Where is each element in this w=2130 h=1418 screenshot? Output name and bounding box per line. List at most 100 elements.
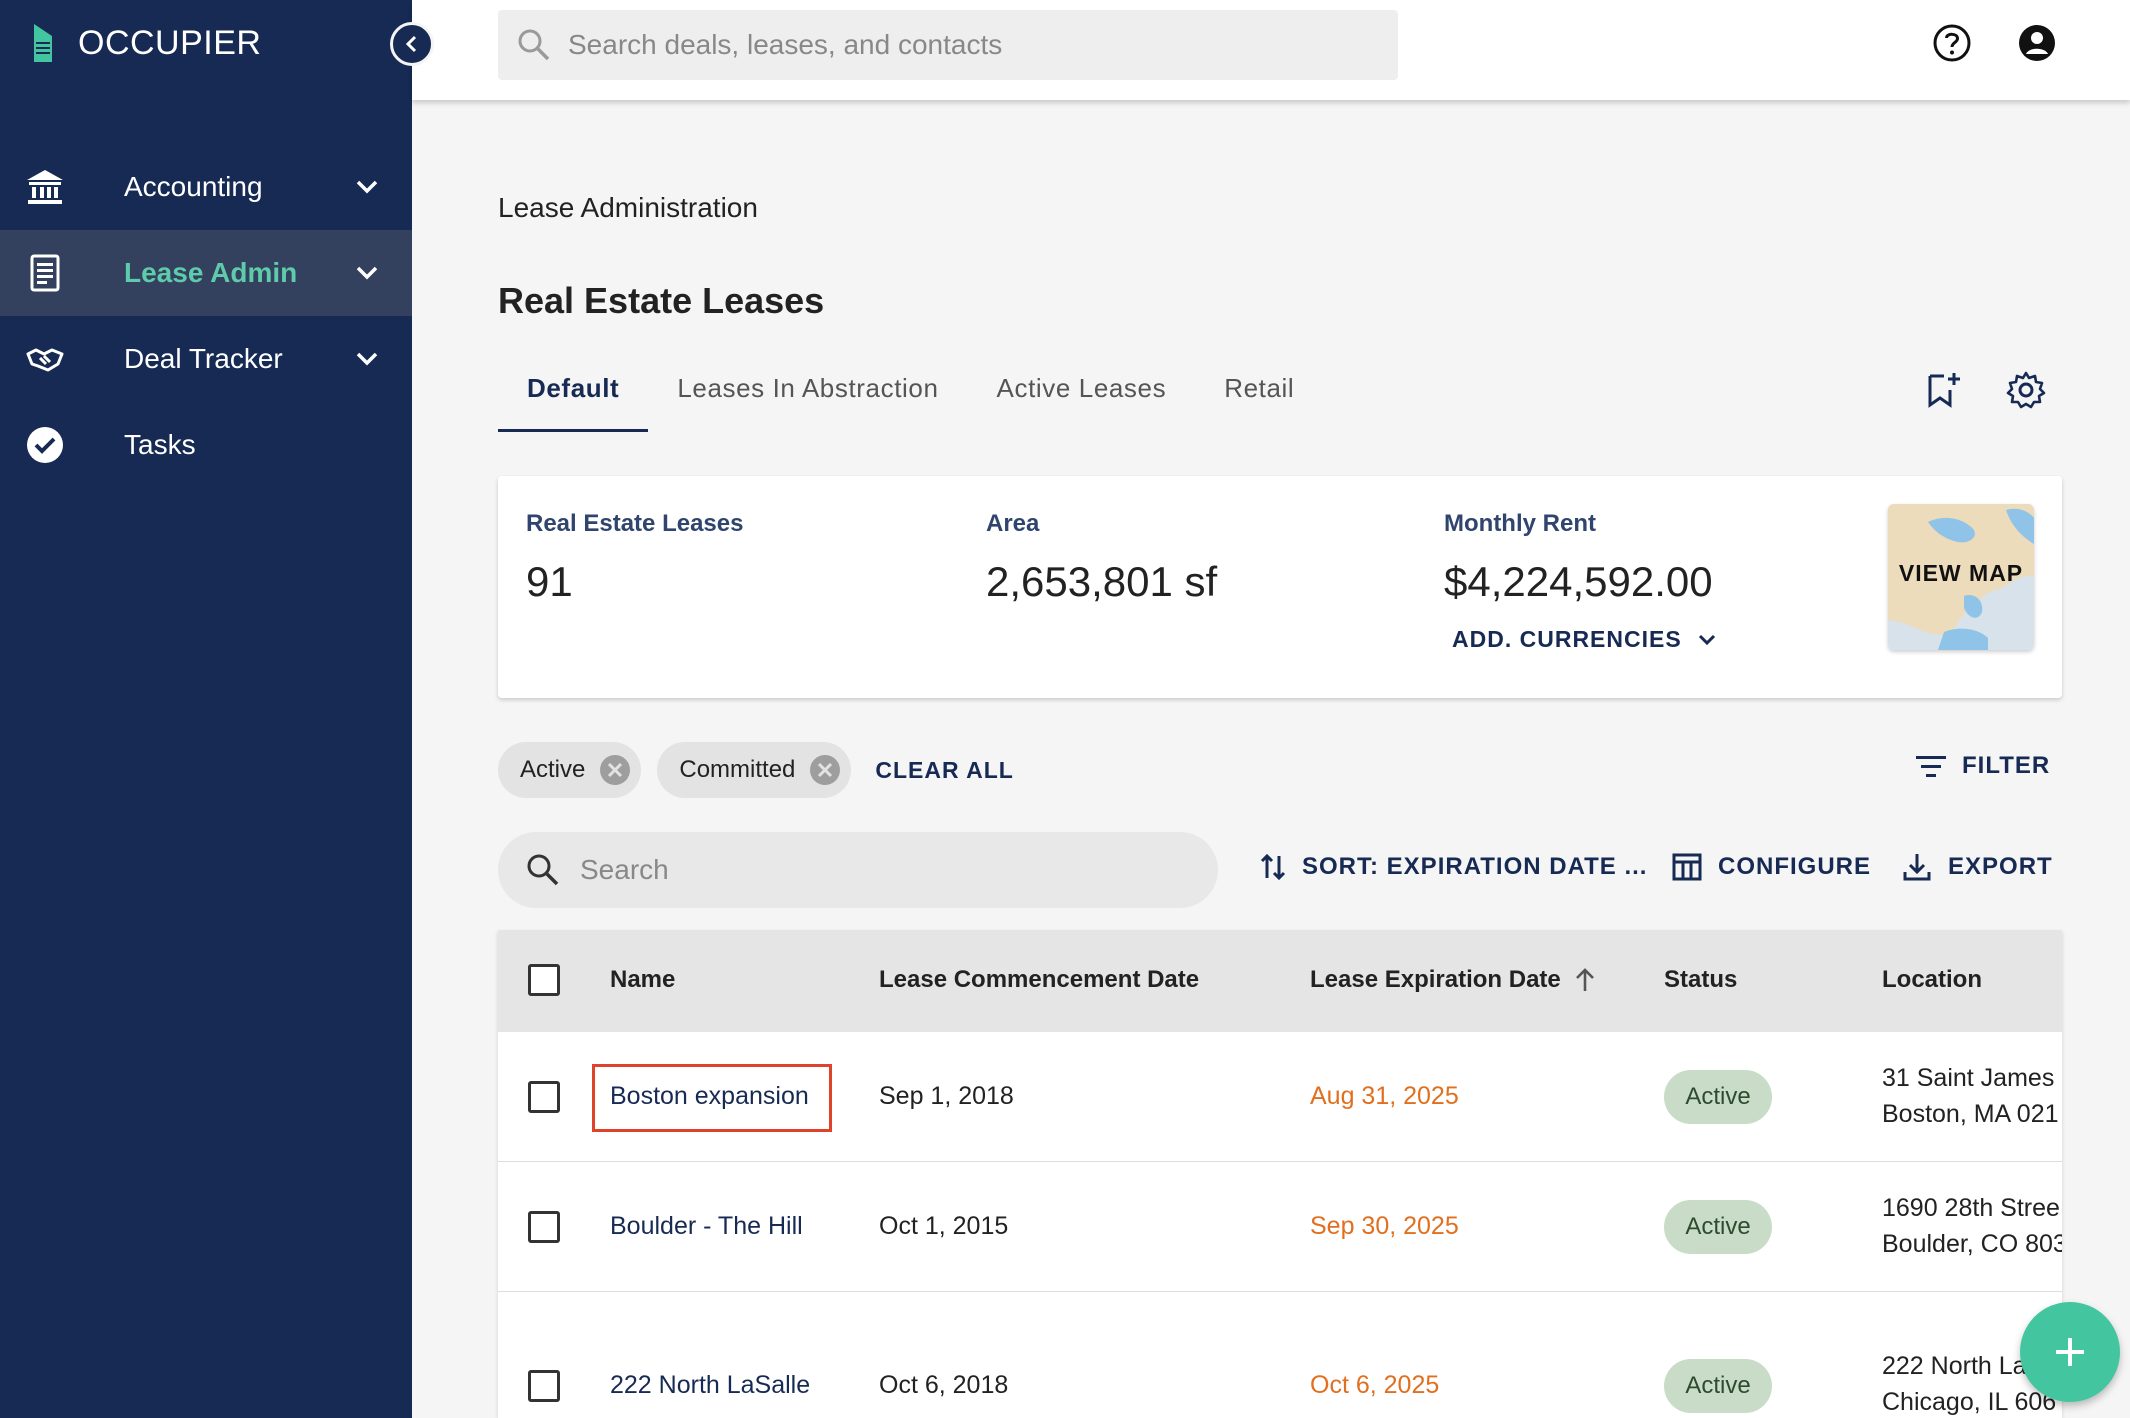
stat-label: Area <box>986 510 1040 537</box>
export-label: EXPORT <box>1948 853 2053 880</box>
row-checkbox[interactable] <box>528 1370 560 1402</box>
sort-ascending-icon <box>1575 968 1594 991</box>
tab-leases-in-abstraction[interactable]: Leases In Abstraction <box>648 360 967 432</box>
table-configure-icon <box>1672 853 1702 881</box>
tab-active-leases[interactable]: Active Leases <box>968 360 1196 432</box>
sidebar: OCCUPIER Accounting Lease Admin Deal Tra… <box>0 0 412 1418</box>
sidebar-item-tasks[interactable]: Tasks <box>0 402 412 488</box>
occupier-logo-icon <box>34 24 52 62</box>
filter-icon <box>1916 756 1946 777</box>
table-header: Name Lease Commencement Date Lease Expir… <box>498 930 2062 1032</box>
column-header-label: Lease Expiration Date <box>1310 966 1561 993</box>
status-badge: Active <box>1664 1200 1772 1254</box>
highlight-annotation <box>592 1064 832 1132</box>
chevron-down-icon <box>356 352 378 366</box>
expiration-date: Sep 30, 2025 <box>1310 1212 1459 1240</box>
help-icon[interactable] <box>1932 23 1972 63</box>
remove-chip-icon[interactable] <box>599 754 631 786</box>
leases-table: Name Lease Commencement Date Lease Expir… <box>498 930 2062 1418</box>
select-all-checkbox[interactable] <box>528 964 560 996</box>
location-line: 31 Saint James <box>1882 1064 2055 1092</box>
filter-chip-active: Active <box>498 742 642 798</box>
location: 31 Saint James Boston, MA 021 <box>1882 1060 2059 1132</box>
expiration-date: Oct 6, 2025 <box>1310 1371 1440 1399</box>
export-button[interactable]: EXPORT <box>1902 852 2053 882</box>
page-title: Real Estate Leases <box>498 280 825 321</box>
view-map-button[interactable]: VIEW MAP <box>1888 504 2034 650</box>
configure-button[interactable]: CONFIGURE <box>1672 852 1871 882</box>
location-line: Boulder, CO 803 <box>1882 1230 2062 1258</box>
app-logo[interactable]: OCCUPIER <box>30 22 261 64</box>
tab-retail[interactable]: Retail <box>1195 360 1323 432</box>
add-lease-button[interactable] <box>2020 1302 2120 1402</box>
table-row[interactable]: 222 North LaSalle Oct 6, 2018 Oct 6, 202… <box>498 1292 2062 1418</box>
table-row[interactable]: Boulder - The Hill Oct 1, 2015 Sep 30, 2… <box>498 1162 2062 1292</box>
remove-chip-icon[interactable] <box>809 754 841 786</box>
sidebar-item-label: Accounting <box>124 171 263 202</box>
global-search-input[interactable] <box>568 29 1368 61</box>
stat-label: Monthly Rent <box>1444 510 1596 537</box>
location-line: 1690 28th Stree <box>1882 1194 2060 1222</box>
chevron-down-icon <box>1698 634 1715 645</box>
lease-name-link[interactable]: Boulder - The Hill <box>610 1212 803 1241</box>
chip-label: Active <box>520 756 586 783</box>
column-header-status[interactable]: Status <box>1664 966 1737 994</box>
column-header-expiration[interactable]: Lease Expiration Date <box>1310 966 1597 994</box>
tab-default[interactable]: Default <box>498 360 649 432</box>
top-bar <box>412 0 2130 100</box>
table-search[interactable] <box>498 832 1218 908</box>
stat-value: 91 <box>526 558 573 605</box>
sidebar-item-label: Deal Tracker <box>124 343 283 374</box>
expiration-date: Aug 31, 2025 <box>1310 1082 1459 1110</box>
column-header-commencement[interactable]: Lease Commencement Date <box>879 966 1199 994</box>
add-currencies-label: ADD. CURRENCIES <box>1452 626 1682 652</box>
stat-area: Area 2,653,801 sf <box>986 510 1217 606</box>
download-icon <box>1903 854 1931 881</box>
stat-monthly-rent: Monthly Rent $4,224,592.00 <box>1444 510 1713 606</box>
sidebar-item-accounting[interactable]: Accounting <box>0 144 412 230</box>
filter-chips: Active Committed CLEAR ALL <box>498 742 1014 798</box>
add-currencies-button[interactable]: ADD. CURRENCIES <box>1452 626 1718 653</box>
bank-icon <box>27 170 63 204</box>
commencement-date: Oct 1, 2015 <box>879 1212 1009 1240</box>
bookmark-add-icon[interactable] <box>1922 370 1962 410</box>
clear-all-button[interactable]: CLEAR ALL <box>875 757 1013 784</box>
stat-label: Real Estate Leases <box>526 510 744 537</box>
chevron-down-icon <box>356 266 378 280</box>
filter-button[interactable]: FILTER <box>1916 752 2050 780</box>
gear-icon[interactable] <box>2006 370 2046 410</box>
app-name: OCCUPIER <box>78 23 262 62</box>
commencement-date: Oct 6, 2018 <box>879 1371 1009 1399</box>
row-checkbox[interactable] <box>528 1211 560 1243</box>
chevron-down-icon <box>356 180 378 194</box>
view-tabs: Default Leases In Abstraction Active Lea… <box>498 360 1323 432</box>
filter-chip-committed: Committed <box>657 742 852 798</box>
sort-icon <box>1260 853 1286 881</box>
sidebar-item-deal-tracker[interactable]: Deal Tracker <box>0 316 412 402</box>
stat-leases: Real Estate Leases 91 <box>526 510 743 606</box>
column-header-location[interactable]: Location <box>1882 966 1982 994</box>
global-search[interactable] <box>498 10 1398 80</box>
sidebar-item-label: Lease Admin <box>124 257 298 288</box>
status-badge: Active <box>1664 1359 1772 1413</box>
sort-button[interactable]: SORT: EXPIRATION DATE ... <box>1260 852 1647 882</box>
summary-card: Real Estate Leases 91 Area 2,653,801 sf … <box>498 476 2062 698</box>
account-icon[interactable] <box>2017 23 2057 63</box>
table-search-input[interactable] <box>580 854 1180 886</box>
lease-name-link[interactable]: 222 North LaSalle <box>610 1371 810 1400</box>
location-line: Boston, MA 021 <box>1882 1100 2059 1128</box>
chip-label: Committed <box>679 756 796 783</box>
status-badge: Active <box>1664 1070 1772 1124</box>
column-header-name[interactable]: Name <box>610 966 675 994</box>
search-icon <box>518 29 550 61</box>
collapse-sidebar-button[interactable] <box>390 22 434 66</box>
document-icon <box>30 254 60 292</box>
row-checkbox[interactable] <box>528 1081 560 1113</box>
stat-value: 2,653,801 sf <box>986 558 1218 605</box>
chevron-left-icon <box>405 35 417 53</box>
handshake-icon <box>26 348 64 372</box>
check-circle-icon <box>27 427 63 463</box>
sidebar-item-lease-admin[interactable]: Lease Admin <box>0 230 412 316</box>
breadcrumb[interactable]: Lease Administration <box>498 192 758 224</box>
plus-icon <box>2056 1338 2084 1366</box>
